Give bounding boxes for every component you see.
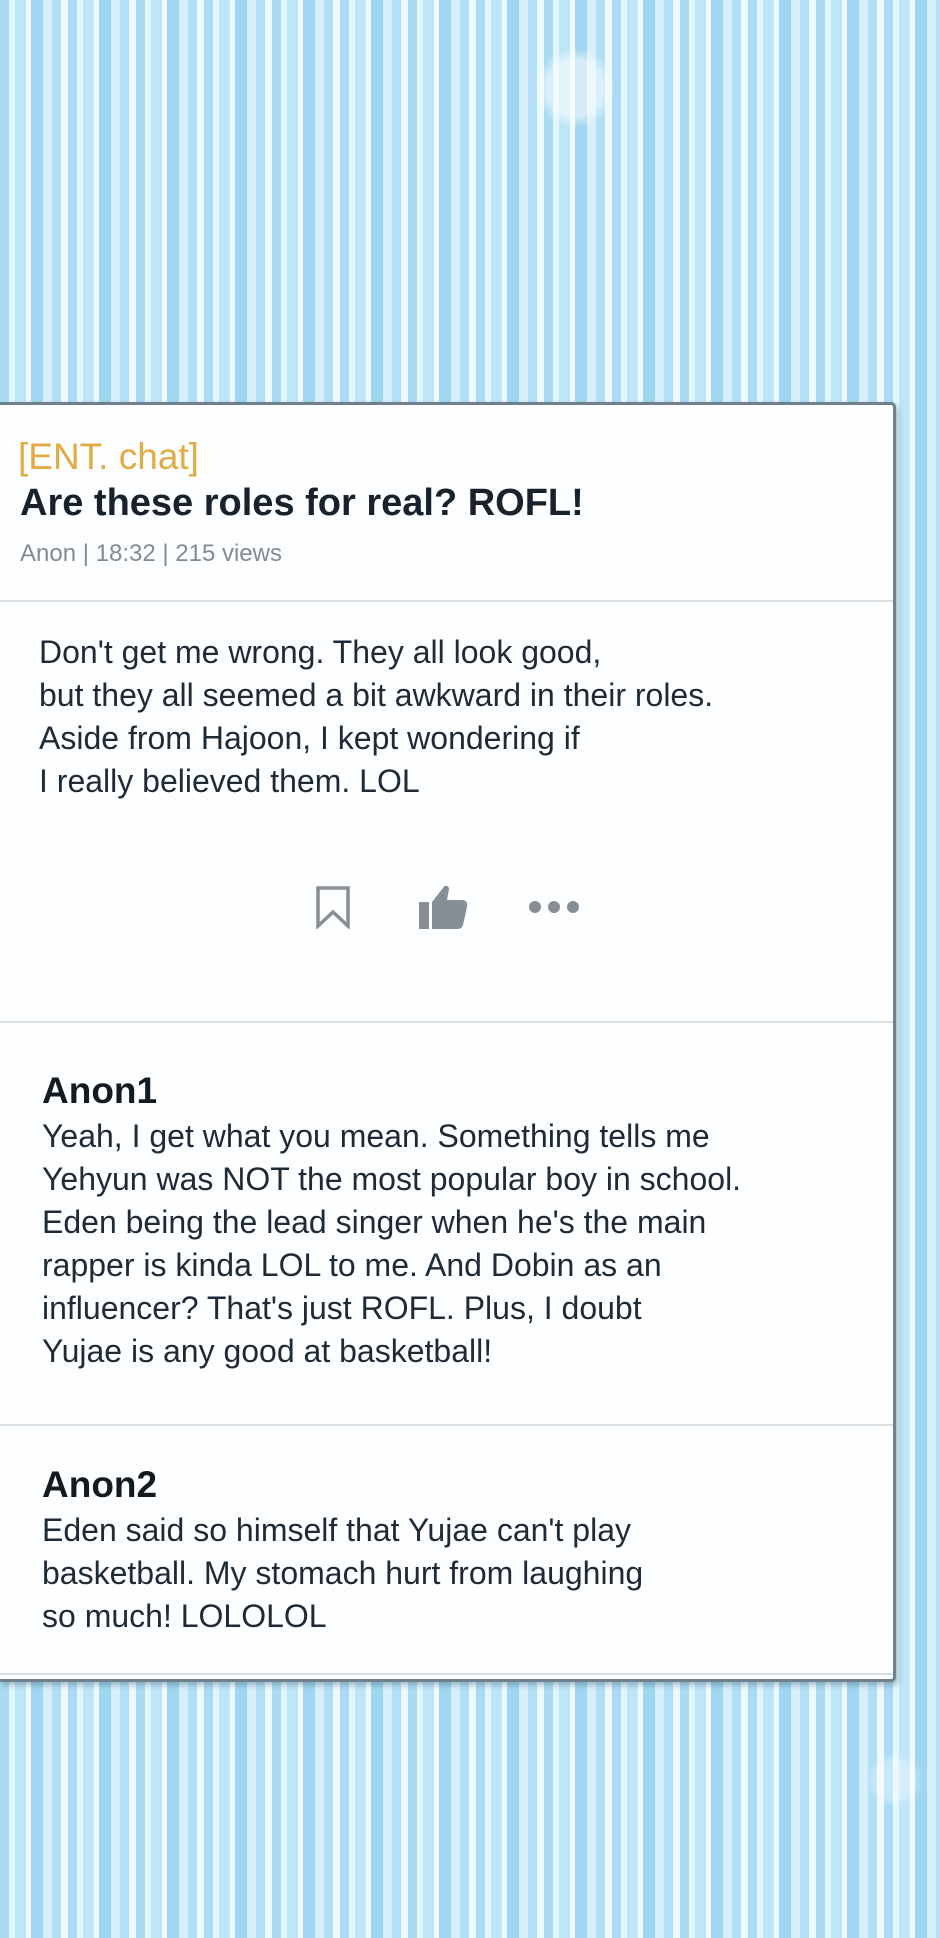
more-button[interactable] — [522, 875, 586, 939]
like-button[interactable] — [411, 875, 475, 939]
post-card: [ENT. chat] Are these roles for real? RO… — [0, 402, 896, 1682]
post-meta: Anon | 18:32 | 215 views — [20, 540, 282, 567]
post-actions — [0, 875, 893, 950]
comment-text: Yeah, I get what you mean. Something tel… — [42, 1118, 742, 1369]
thumbs-up-icon — [419, 885, 468, 929]
post-divider — [0, 1021, 893, 1023]
comment-divider — [0, 1424, 893, 1426]
bookmark-icon — [316, 886, 350, 929]
post-category: [ENT. chat] — [18, 436, 199, 477]
post-title: Are these roles for real? ROFL! — [20, 482, 584, 524]
comment-text: Eden said so himself that Yujae can't pl… — [42, 1512, 644, 1634]
ellipsis-icon — [529, 901, 579, 913]
post-header: [ENT. chat] Are these roles for real? RO… — [0, 405, 893, 602]
comment-author: Anon2 — [42, 1464, 158, 1505]
bookmark-button[interactable] — [301, 875, 365, 939]
comment-author: Anon1 — [42, 1070, 158, 1111]
post-body: Don't get me wrong. They all look good, … — [39, 634, 714, 799]
comment-divider — [0, 1673, 893, 1675]
